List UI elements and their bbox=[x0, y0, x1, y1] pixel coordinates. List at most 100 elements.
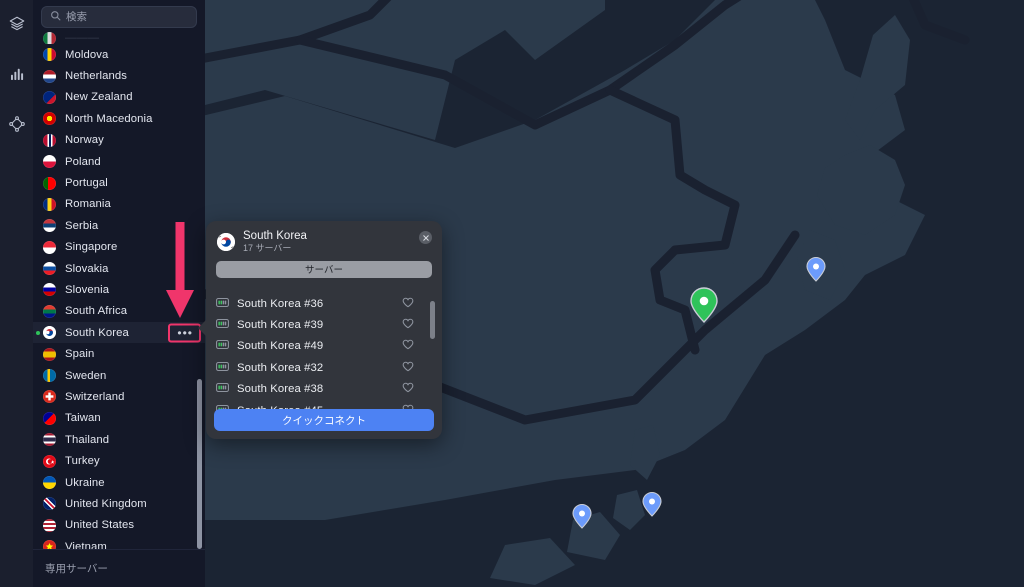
server-icon bbox=[216, 380, 229, 398]
flag-gb bbox=[43, 497, 56, 511]
sidebar-item-ukraine[interactable]: Ukraine bbox=[33, 472, 205, 493]
country-name-label: Portugal bbox=[65, 177, 108, 190]
icon-rail bbox=[0, 0, 33, 587]
server-list-item[interactable]: South Korea #38 bbox=[216, 379, 442, 400]
sidebar-item-turkey[interactable]: Turkey bbox=[33, 450, 205, 471]
search-icon bbox=[50, 8, 61, 26]
server-list-item[interactable]: South Korea #36 bbox=[216, 293, 442, 314]
search-box[interactable] bbox=[41, 6, 201, 28]
sidebar-item-thailand[interactable]: Thailand bbox=[33, 429, 205, 450]
country-name-label: Taiwan bbox=[65, 412, 101, 425]
flag-rs bbox=[43, 219, 56, 233]
server-name-label: South Korea #49 bbox=[237, 340, 324, 353]
dedicated-servers-label: 専用サーバー bbox=[45, 563, 108, 575]
popup-pointer-arrow bbox=[198, 318, 208, 338]
sidebar-item-united-kingdom[interactable]: United Kingdom bbox=[33, 493, 205, 514]
country-name-label: Sweden bbox=[65, 369, 107, 382]
flag-tr bbox=[43, 454, 56, 468]
row-more-button-south-korea[interactable]: ••• bbox=[177, 327, 193, 339]
popup-scrollbar-thumb[interactable] bbox=[430, 301, 435, 339]
country-list[interactable]: ——— Moldova Netherlands New Zealand North Ma… bbox=[33, 32, 205, 562]
flag-ro bbox=[43, 197, 56, 211]
country-name-label: Ukraine bbox=[65, 476, 105, 489]
popup-title-block: South Korea 17 サーバー bbox=[243, 230, 307, 255]
sidebar-item-partial[interactable]: ——— bbox=[33, 32, 205, 44]
flag-si bbox=[43, 283, 56, 297]
sidebar-scrollbar-thumb[interactable] bbox=[197, 379, 202, 549]
flag-ch bbox=[43, 390, 56, 404]
tab-servers[interactable]: サーバー bbox=[216, 260, 432, 278]
popup-header: South Korea 17 サーバー bbox=[206, 221, 442, 259]
flag-mk bbox=[43, 112, 56, 126]
sidebar-item-singapore[interactable]: Singapore bbox=[33, 237, 205, 258]
server-name-label: South Korea #39 bbox=[237, 319, 324, 332]
flag-pl bbox=[43, 155, 56, 169]
server-list-item[interactable]: South Korea #39 bbox=[216, 314, 442, 335]
country-name-label: Slovenia bbox=[65, 283, 110, 296]
country-name-label: South Africa bbox=[65, 305, 128, 318]
country-name-label: ——— bbox=[65, 32, 100, 44]
country-name-label: Romania bbox=[65, 198, 111, 211]
country-sidebar: ——— Moldova Netherlands New Zealand North Ma… bbox=[33, 0, 205, 587]
server-name-label: South Korea #38 bbox=[237, 383, 324, 396]
flag-nl bbox=[43, 69, 56, 83]
flag-ua bbox=[43, 476, 56, 489]
server-icon bbox=[216, 316, 229, 334]
favorite-heart-icon[interactable] bbox=[402, 337, 414, 355]
network-nodes-icon[interactable] bbox=[3, 110, 31, 138]
country-name-label: Switzerland bbox=[65, 390, 125, 403]
country-name-label: United States bbox=[65, 519, 135, 532]
sidebar-item-sweden[interactable]: Sweden bbox=[33, 365, 205, 386]
country-name-label: Moldova bbox=[65, 48, 109, 61]
sidebar-item-north-macedonia[interactable]: North Macedonia bbox=[33, 108, 205, 129]
country-name-label: South Korea bbox=[65, 326, 129, 339]
sidebar-item-switzerland[interactable]: Switzerland bbox=[33, 386, 205, 407]
close-icon[interactable] bbox=[419, 231, 432, 244]
server-icon bbox=[216, 295, 229, 313]
sidebar-scrollbar-track[interactable] bbox=[197, 34, 202, 554]
sidebar-item-united-states[interactable]: United States bbox=[33, 515, 205, 536]
sidebar-item-slovakia[interactable]: Slovakia bbox=[33, 258, 205, 279]
country-name-label: Slovakia bbox=[65, 262, 109, 275]
sidebar-item-netherlands[interactable]: Netherlands bbox=[33, 65, 205, 86]
sidebar-item-norway[interactable]: Norway bbox=[33, 130, 205, 151]
server-icon bbox=[216, 359, 229, 377]
country-name-label: United Kingdom bbox=[65, 497, 147, 510]
sidebar-item-new-zealand[interactable]: New Zealand bbox=[33, 87, 205, 108]
quick-connect-button[interactable]: クイックコネクト bbox=[214, 409, 434, 431]
sidebar-item-south-africa[interactable]: South Africa bbox=[33, 301, 205, 322]
pin-japan-north[interactable] bbox=[805, 256, 827, 283]
sidebar-item-spain[interactable]: Spain bbox=[33, 343, 205, 364]
sidebar-item-taiwan[interactable]: Taiwan bbox=[33, 408, 205, 429]
sidebar-item-poland[interactable]: Poland bbox=[33, 151, 205, 172]
chart-bars-icon[interactable] bbox=[3, 60, 31, 88]
sidebar-item-serbia[interactable]: Serbia bbox=[33, 215, 205, 236]
vpn-app-window: ——— Moldova Netherlands New Zealand North Ma… bbox=[0, 0, 1024, 587]
pin-south-korea[interactable] bbox=[688, 286, 720, 324]
server-list-item[interactable]: South Korea #32 bbox=[216, 357, 442, 378]
favorite-heart-icon[interactable] bbox=[402, 380, 414, 398]
flag-no bbox=[43, 133, 56, 147]
favorite-heart-icon[interactable] bbox=[402, 295, 414, 313]
favorite-heart-icon[interactable] bbox=[402, 316, 414, 334]
pin-south-2[interactable] bbox=[641, 491, 663, 518]
sidebar-item-romania[interactable]: Romania bbox=[33, 194, 205, 215]
search-input[interactable] bbox=[66, 11, 201, 23]
server-icon bbox=[216, 337, 229, 355]
sidebar-item-south-korea[interactable]: South Korea ••• bbox=[33, 322, 205, 344]
country-name-label: Turkey bbox=[65, 455, 100, 468]
popup-flag-south-korea bbox=[217, 233, 235, 252]
server-list-item[interactable]: South Korea #49 bbox=[216, 336, 442, 357]
flag-kr bbox=[43, 326, 56, 340]
country-name-label: Netherlands bbox=[65, 70, 128, 83]
favorite-heart-icon[interactable] bbox=[402, 359, 414, 377]
layers-icon[interactable] bbox=[3, 10, 31, 38]
pin-south-1[interactable] bbox=[571, 503, 593, 530]
sidebar-item-slovenia[interactable]: Slovenia bbox=[33, 279, 205, 300]
server-name-label: South Korea #32 bbox=[237, 361, 324, 374]
dedicated-servers-section[interactable]: 専用サーバー bbox=[33, 549, 205, 587]
sidebar-item-portugal[interactable]: Portugal bbox=[33, 172, 205, 193]
sidebar-item-moldova[interactable]: Moldova bbox=[33, 44, 205, 65]
country-name-label: Serbia bbox=[65, 219, 99, 232]
flag-sk bbox=[43, 262, 56, 276]
